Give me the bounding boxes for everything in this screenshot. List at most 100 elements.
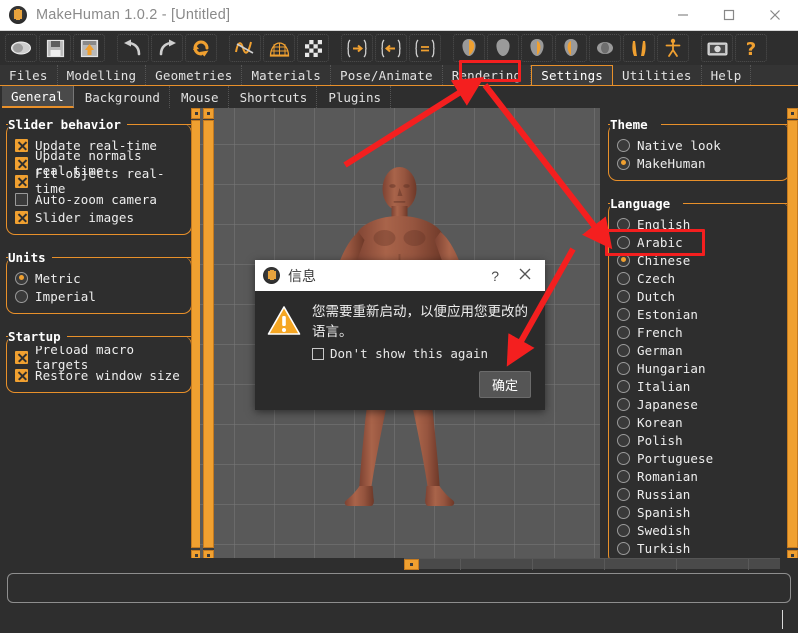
option-preload-macro-targets[interactable]: Preload macro targets [15,342,183,372]
option-language-polish[interactable]: Polish [617,431,781,449]
option-makehuman-theme[interactable]: MakeHuman [617,154,781,172]
checkbox-restore-window-size[interactable] [15,368,28,382]
dont-show-again-checkbox[interactable] [312,347,324,360]
option-language-hungarian[interactable]: Hungarian [617,359,781,377]
option-fit-objects-real-time[interactable]: Fit objects real-time [15,166,183,196]
option-language-romanian[interactable]: Romanian [617,467,781,485]
option-language-english[interactable]: English [617,215,781,233]
radio-russian[interactable] [617,487,630,501]
radio-dutch[interactable] [617,289,630,303]
symmetry-icon[interactable] [409,34,441,62]
maximize-button[interactable] [706,0,752,30]
option-restore-window-size[interactable]: Restore window size [15,366,183,384]
radio-chinese[interactable] [617,253,630,267]
radio-portuguese[interactable] [617,451,630,465]
scroll-up-arrow[interactable] [203,108,214,119]
view-left-icon[interactable] [521,34,553,62]
tab-help[interactable]: Help [701,65,752,85]
option-language-italian[interactable]: Italian [617,377,781,395]
load-icon[interactable] [73,34,105,62]
subtab-general[interactable]: General [2,86,74,108]
tab-materials[interactable]: Materials [242,65,331,85]
tab-geometries[interactable]: Geometries [146,65,243,85]
option-language-turkish[interactable]: Turkish [617,539,781,557]
checkbox-preload-macro-targets[interactable] [15,350,28,364]
radio-german[interactable] [617,343,630,357]
radio-english[interactable] [617,217,630,231]
viewport-left-scrollbar[interactable] [203,108,214,561]
subtab-mouse[interactable]: Mouse [172,86,229,108]
radio-czech[interactable] [617,271,630,285]
dialog-help-button[interactable]: ? [491,268,499,284]
horizontal-scrollbar[interactable] [404,558,780,570]
scroll-thumb[interactable] [787,120,798,548]
view-back-icon[interactable] [487,34,519,62]
subtab-shortcuts[interactable]: Shortcuts [231,86,318,108]
radio-hungarian[interactable] [617,361,630,375]
radio-swedish[interactable] [617,523,630,537]
option-language-japanese[interactable]: Japanese [617,395,781,413]
subtab-plugins[interactable]: Plugins [319,86,392,108]
radio-polish[interactable] [617,433,630,447]
radio-korean[interactable] [617,415,630,429]
option-imperial[interactable]: Imperial [15,287,183,305]
radio-arabic[interactable] [617,235,630,249]
option-language-swedish[interactable]: Swedish [617,521,781,539]
redo-icon[interactable] [151,34,183,62]
smooth-icon[interactable] [229,34,261,62]
view-bottom-icon[interactable] [623,34,655,62]
radio-imperial[interactable] [15,289,28,303]
new-icon[interactable] [5,34,37,62]
checkbox-slider-images[interactable] [15,210,28,224]
option-language-czech[interactable]: Czech [617,269,781,287]
reset-mesh-icon[interactable] [185,34,217,62]
radio-italian[interactable] [617,379,630,393]
tab-pose-animate[interactable]: Pose/Animate [330,65,443,85]
radio-metric[interactable] [15,271,28,285]
option-language-chinese[interactable]: Chinese [617,251,781,269]
dialog-close-button[interactable] [517,266,533,286]
close-button[interactable] [752,0,798,30]
radio-spanish[interactable] [617,505,630,519]
radio-french[interactable] [617,325,630,339]
dialog-ok-button[interactable]: 确定 [478,371,531,399]
option-slider-images[interactable]: Slider images [15,208,183,226]
checkbox-fit-objects-real-time[interactable] [15,174,28,188]
radio-native-look[interactable] [617,138,630,152]
tab-utilities[interactable]: Utilities [613,65,702,85]
checkbox-auto-zoom-camera[interactable] [15,192,28,206]
tab-files[interactable]: Files [0,65,58,85]
radio-makehuman-theme[interactable] [617,156,630,170]
radio-estonian[interactable] [617,307,630,321]
option-language-estonian[interactable]: Estonian [617,305,781,323]
tab-rendering[interactable]: Rendering [442,65,532,85]
radio-turkish[interactable] [617,541,630,555]
option-language-russian[interactable]: Russian [617,485,781,503]
option-metric[interactable]: Metric [15,269,183,287]
minimize-button[interactable] [660,0,706,30]
option-language-dutch[interactable]: Dutch [617,287,781,305]
checkbox-update-real-time[interactable] [15,138,28,152]
help-icon[interactable]: ? [735,34,767,62]
scroll-thumb[interactable] [203,120,214,548]
view-front-icon[interactable] [453,34,485,62]
radio-romanian[interactable] [617,469,630,483]
tab-modelling[interactable]: Modelling [57,65,147,85]
subtab-background[interactable]: Background [76,86,170,108]
symmetry-left-icon[interactable] [375,34,407,62]
undo-icon[interactable] [117,34,149,62]
option-native-look[interactable]: Native look [617,136,781,154]
checkbox-update-normals-real-time[interactable] [15,156,28,170]
option-language-spanish[interactable]: Spanish [617,503,781,521]
horizontal-scroll-thumb[interactable] [404,559,419,570]
wireframe-icon[interactable] [263,34,295,62]
option-language-french[interactable]: French [617,323,781,341]
view-top-icon[interactable] [589,34,621,62]
scroll-up-arrow[interactable] [787,108,798,119]
global-camera-icon[interactable] [657,34,689,62]
dont-show-again-row[interactable]: Don't show this again [312,346,533,361]
option-language-german[interactable]: German [617,341,781,359]
option-language-portuguese[interactable]: Portuguese [617,449,781,467]
grab-screen-icon[interactable] [701,34,733,62]
symmetry-right-icon[interactable] [341,34,373,62]
